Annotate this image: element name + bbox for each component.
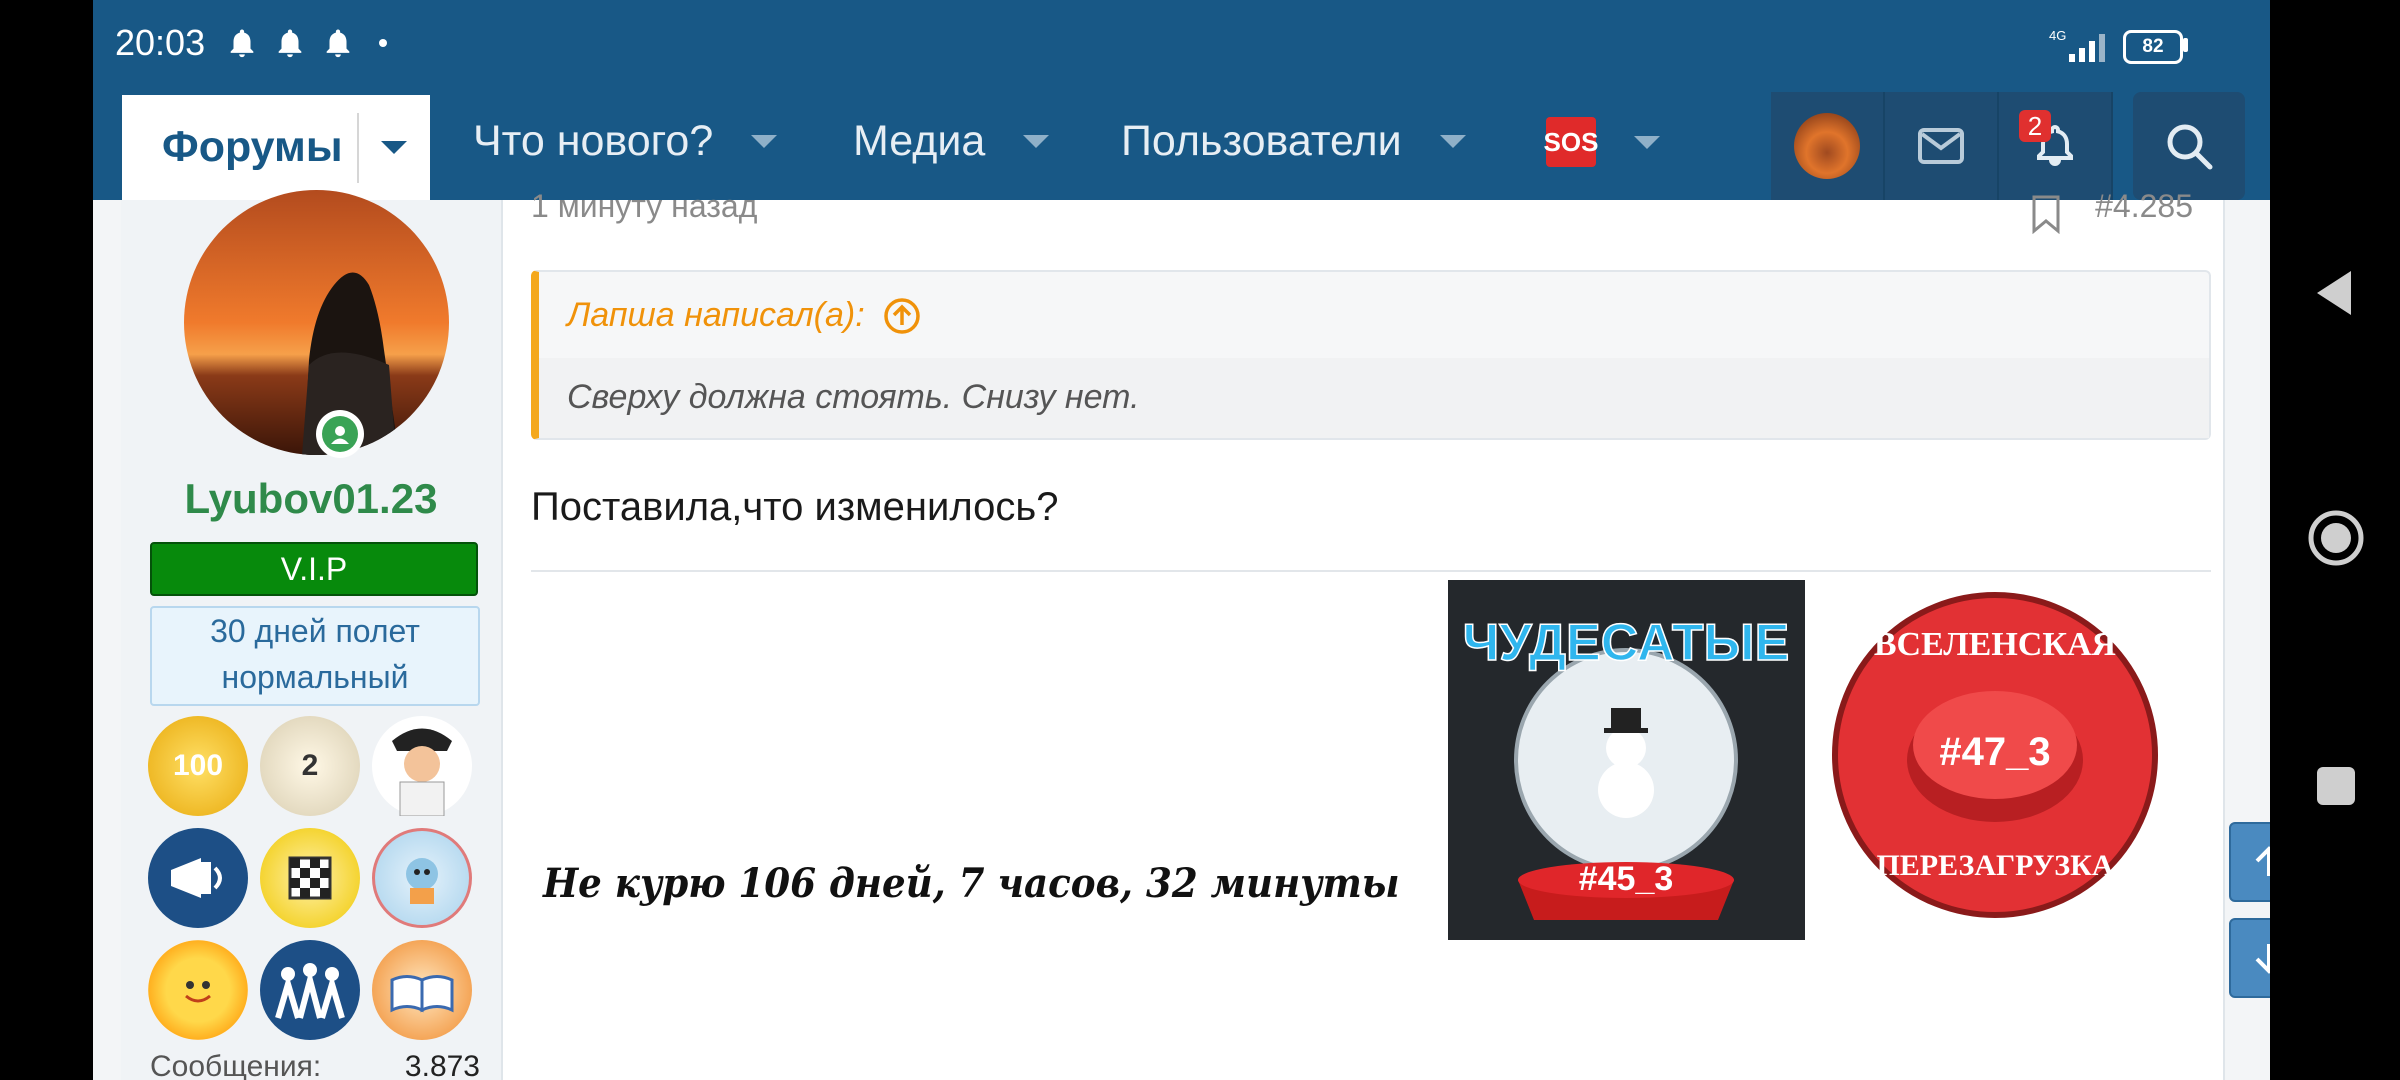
messages-stat: Сообщения: 3.873: [150, 1050, 480, 1080]
messages-value: 3.873: [404, 1050, 480, 1080]
inbox-button[interactable]: [1885, 92, 1999, 200]
snowglobe-title: ЧУДЕСАТЫЕ: [1463, 614, 1790, 672]
nav-tab-media-label: Медиа: [853, 117, 986, 165]
post-time[interactable]: 1 минуту назад: [531, 188, 757, 225]
arrow-down-icon: [2255, 944, 2270, 974]
quote-text: Сверху должна стоять. Снизу нет.: [567, 378, 1140, 416]
trophy-text: 2: [301, 749, 319, 782]
username[interactable]: Lyubov01.23: [121, 475, 501, 523]
sun-trophy-icon[interactable]: [148, 940, 248, 1040]
signal-icon: 4G: [2049, 28, 2105, 62]
button-image-label: #47_3: [1939, 730, 2050, 774]
notification-count-badge: 2: [2019, 110, 2051, 142]
alerts-button[interactable]: 2: [1999, 92, 2113, 200]
nav-tab-whats-new[interactable]: Что нового?: [473, 117, 778, 166]
chevron-down-icon[interactable]: [1439, 135, 1466, 148]
chevron-down-icon[interactable]: [1023, 135, 1050, 148]
online-indicator: [316, 410, 364, 458]
chevron-down-icon[interactable]: [751, 135, 778, 148]
post-user-sidebar: Lyubov01.23 V.I.P 30 дней полет нормальн…: [121, 190, 503, 1080]
battery-tip: [2183, 38, 2188, 52]
recents-icon[interactable]: [2314, 764, 2358, 808]
signature-counter-text: Не курю 106 дней, 7 часов, 32 минуты: [543, 860, 1400, 907]
scroll-down-button[interactable]: [2229, 918, 2270, 998]
envelope-icon: [1918, 128, 1964, 164]
nav-tab-forums[interactable]: Форумы: [122, 95, 430, 200]
arrow-up-circle-icon[interactable]: [883, 297, 921, 335]
signature-divider: [531, 570, 2211, 572]
search-icon: [2167, 124, 2213, 170]
user-title-badge: V.I.P: [150, 542, 478, 596]
people-trophy-icon[interactable]: [260, 940, 360, 1040]
trophy-grid: 100 2: [148, 716, 478, 1040]
user-status-line-1: 30 дней полет: [210, 613, 420, 649]
bell-icon: [278, 29, 302, 58]
status-time: 20:03: [115, 22, 206, 63]
trophy-text: 100: [172, 749, 224, 782]
airplane-2-trophy-icon[interactable]: 2: [260, 716, 360, 816]
nav-tab-users-label: Пользователи: [1121, 117, 1402, 165]
bell-icon: [230, 29, 254, 58]
signature-image-snowglobe: #45_3 ЧУДЕСАТЫЕ: [1448, 580, 1805, 940]
gold-100-trophy-icon[interactable]: 100: [148, 716, 248, 816]
quote-body: Сверху должна стоять. Снизу нет.: [539, 358, 2209, 438]
button-image-top: ВСЕЛЕНСКАЯ: [1874, 626, 2116, 663]
user-status-line-2: нормальный: [221, 659, 409, 695]
home-icon[interactable]: [2306, 508, 2366, 568]
nav-tab-sos[interactable]: SOS: [1544, 117, 1660, 167]
book-trophy-icon[interactable]: [372, 940, 472, 1040]
system-navigation-bar: [2270, 0, 2400, 1080]
bell-icon: [326, 29, 350, 58]
back-icon[interactable]: [2311, 268, 2359, 318]
status-bar: 20:03 4G 82: [93, 0, 2270, 92]
post-number[interactable]: #4.285: [2095, 188, 2193, 225]
account-button[interactable]: [1771, 92, 1885, 200]
chevron-down-icon[interactable]: [380, 141, 407, 154]
nav-tab-users[interactable]: Пользователи: [1121, 117, 1466, 166]
messages-label: Сообщения:: [150, 1050, 322, 1080]
nav-tab-forums-label: Форумы: [162, 123, 343, 171]
megaphone-trophy-icon[interactable]: [148, 828, 248, 928]
quote-author: Лапша написал(а):: [567, 296, 865, 334]
nav-tab-whats-new-label: Что нового?: [473, 117, 714, 165]
search-button[interactable]: [2133, 92, 2245, 200]
post-text: Поставила,что изменилось?: [531, 485, 1059, 529]
nav-user-tools: 2: [1771, 92, 2113, 200]
user-avatar[interactable]: [184, 190, 449, 455]
content-area: Lyubov01.23 V.I.P 30 дней полет нормальн…: [93, 188, 2270, 1080]
user-status-banner: 30 дней полет нормальный: [150, 606, 480, 706]
snowglobe-label: #45_3: [1579, 860, 1674, 898]
nav-separator: [356, 112, 359, 183]
pilot-trophy-icon[interactable]: [372, 716, 472, 816]
button-image-bottom: ПЕРЕЗАГРУЗКА: [1876, 849, 2113, 882]
scroll-up-button[interactable]: [2229, 822, 2270, 902]
checkered-medal-trophy-icon[interactable]: [260, 828, 360, 928]
quote-header[interactable]: Лапша написал(а):: [567, 296, 921, 335]
quote-block: Лапша написал(а): Сверху должна стоять. …: [531, 270, 2211, 440]
avatar: [1794, 113, 1860, 179]
avatar-photo: [184, 190, 449, 455]
bookmark-icon[interactable]: [2029, 194, 2063, 234]
sos-icon: SOS: [1544, 117, 1598, 167]
app-screen: 20:03 4G 82 Форумы Что нового? Медиа Пол…: [93, 0, 2270, 1080]
user-online-icon: [331, 426, 349, 444]
forum-navbar: Форумы Что нового? Медиа Пользователи SO…: [93, 92, 2270, 200]
arrow-up-icon: [2255, 846, 2270, 876]
cartoon-trophy-icon[interactable]: [372, 828, 472, 928]
post-main: 1 минуту назад #4.285 Лапша написал(а): …: [503, 188, 2270, 1080]
signature-image-button: #47_3 ВСЕЛЕНСКАЯ ПЕРЕЗАГРУЗКА: [1823, 585, 2168, 925]
network-type: 4G: [2049, 28, 2066, 43]
more-notifications-dot: [379, 39, 387, 47]
status-notification-icons: [225, 26, 387, 60]
chevron-down-icon[interactable]: [1634, 135, 1660, 149]
battery-indicator: 82: [2123, 30, 2183, 64]
nav-tab-media[interactable]: Медиа: [853, 117, 1050, 166]
